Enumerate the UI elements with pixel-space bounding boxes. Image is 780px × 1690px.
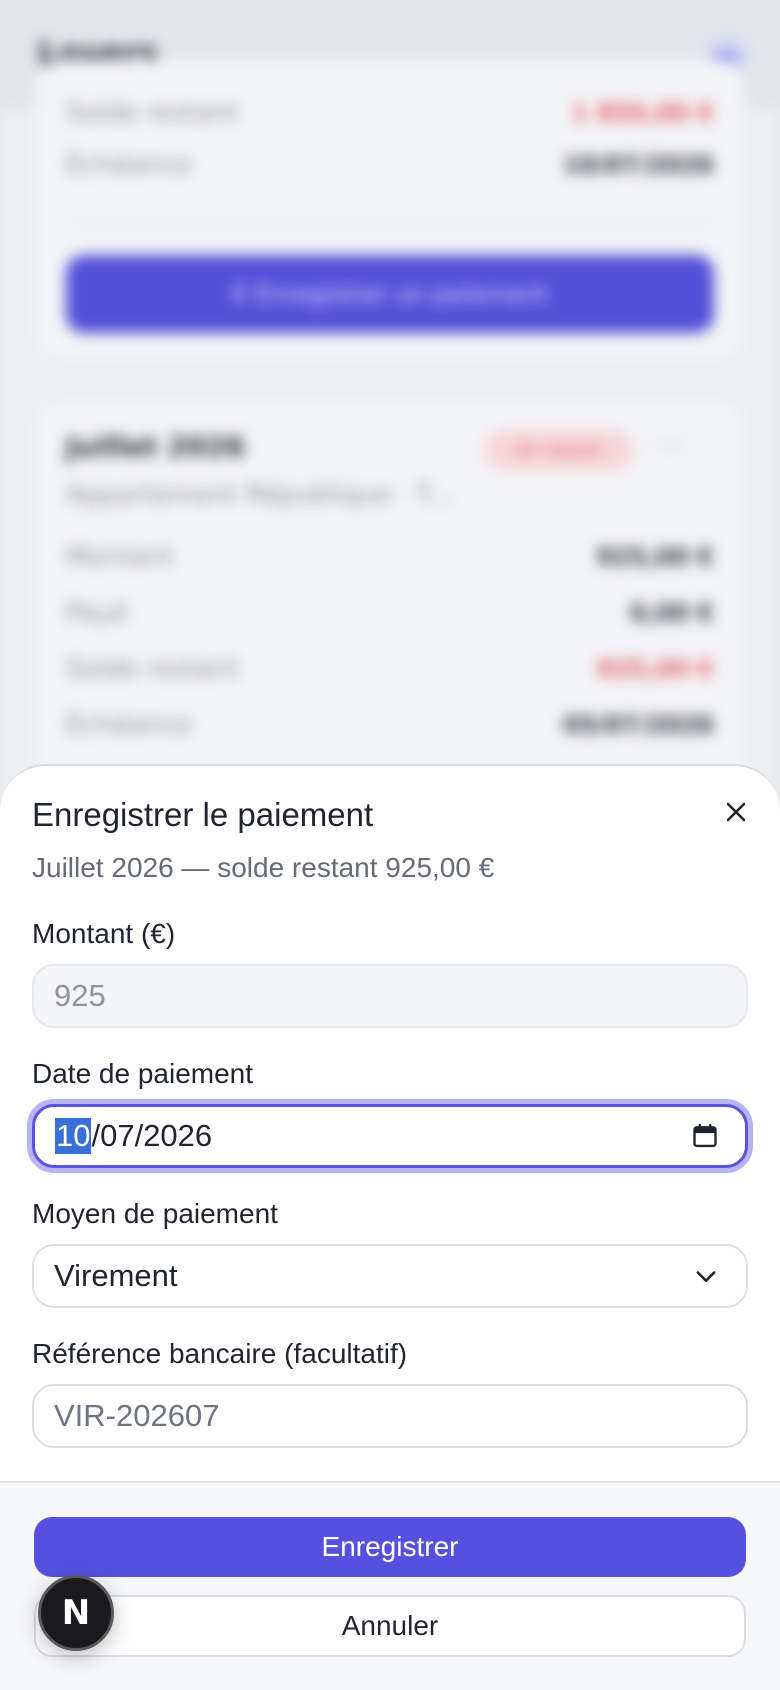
status-badge: En retard <box>484 430 634 470</box>
rent-row-value: 925,00 € <box>596 655 714 683</box>
more-icon: ⋯ <box>656 428 684 461</box>
cancel-button[interactable]: Annuler <box>34 1595 746 1657</box>
reference-label: Référence bancaire (facultatif) <box>32 1338 408 1369</box>
sheet-footer: Enregistrer Annuler <box>0 1481 780 1690</box>
payment-date-input[interactable]: 10/07/2026 <box>32 1104 748 1168</box>
method-label: Moyen de paiement <box>32 1198 278 1229</box>
rent-row-label: Échéance <box>66 150 192 180</box>
rent-row: Échéance 05/07/2026 <box>66 708 714 742</box>
close-icon <box>726 802 746 822</box>
rent-card-title: Juillet 2026 <box>66 430 246 463</box>
date-label: Date de paiement <box>32 1058 254 1089</box>
date-day-segment[interactable]: 10 <box>55 1118 92 1154</box>
payment-method-select[interactable]: Virement <box>32 1244 748 1308</box>
rent-row: Solde restant 1 850,00 € <box>66 96 714 130</box>
rent-row-label: Payé <box>66 598 128 628</box>
sheet-subtitle: Juillet 2026 — solde restant 925,00 € <box>32 852 495 883</box>
sheet-title: Enregistrer le paiement <box>32 796 374 833</box>
payment-sheet: Enregistrer le paiement Juillet 2026 — s… <box>0 764 780 1690</box>
rent-row: Montant 925,00 € <box>66 540 714 574</box>
bank-reference-input[interactable]: VIR-202607 <box>32 1384 748 1448</box>
rent-card-subtitle: Appartement République · T... <box>66 480 455 510</box>
rent-row-value: 1 850,00 € <box>571 99 714 127</box>
rent-row-value: 0,00 € <box>629 599 714 627</box>
rent-row-label: Échéance <box>66 710 192 740</box>
close-button[interactable] <box>716 792 756 832</box>
rent-card-previous: Solde restant 1 850,00 € Échéance 10/07/… <box>36 60 744 360</box>
record-payment-button: € Enregistrer un paiement <box>66 255 714 333</box>
payment-method-value: Virement <box>54 1258 178 1293</box>
bank-reference-placeholder: VIR-202607 <box>54 1398 220 1433</box>
dev-tools-badge[interactable]: N <box>38 1575 114 1651</box>
rent-row-value: 10/07/2026 <box>562 151 714 179</box>
divider <box>66 220 714 222</box>
rent-card-july: Juillet 2026 Appartement République · T.… <box>36 400 744 820</box>
rent-row-label: Solde restant <box>66 98 239 128</box>
rent-row: Payé 0,00 € <box>66 596 714 630</box>
amount-label: Montant (€) <box>32 918 176 949</box>
amount-field: 925 <box>32 964 748 1028</box>
calendar-icon[interactable] <box>691 1122 719 1150</box>
rent-row-label: Solde restant <box>66 654 239 684</box>
date-rest-segment[interactable]: /07/2026 <box>91 1118 212 1154</box>
amount-value: 925 <box>54 978 106 1013</box>
save-button[interactable]: Enregistrer <box>34 1517 746 1577</box>
rent-row-label: Montant <box>66 542 174 572</box>
rent-row: Échéance 10/07/2026 <box>66 148 714 182</box>
rent-row-value: 925,00 € <box>596 543 714 571</box>
rent-row: Solde restant 925,00 € <box>66 652 714 686</box>
rent-row-value: 05/07/2026 <box>562 711 714 739</box>
chevron-down-icon <box>696 1271 716 1282</box>
